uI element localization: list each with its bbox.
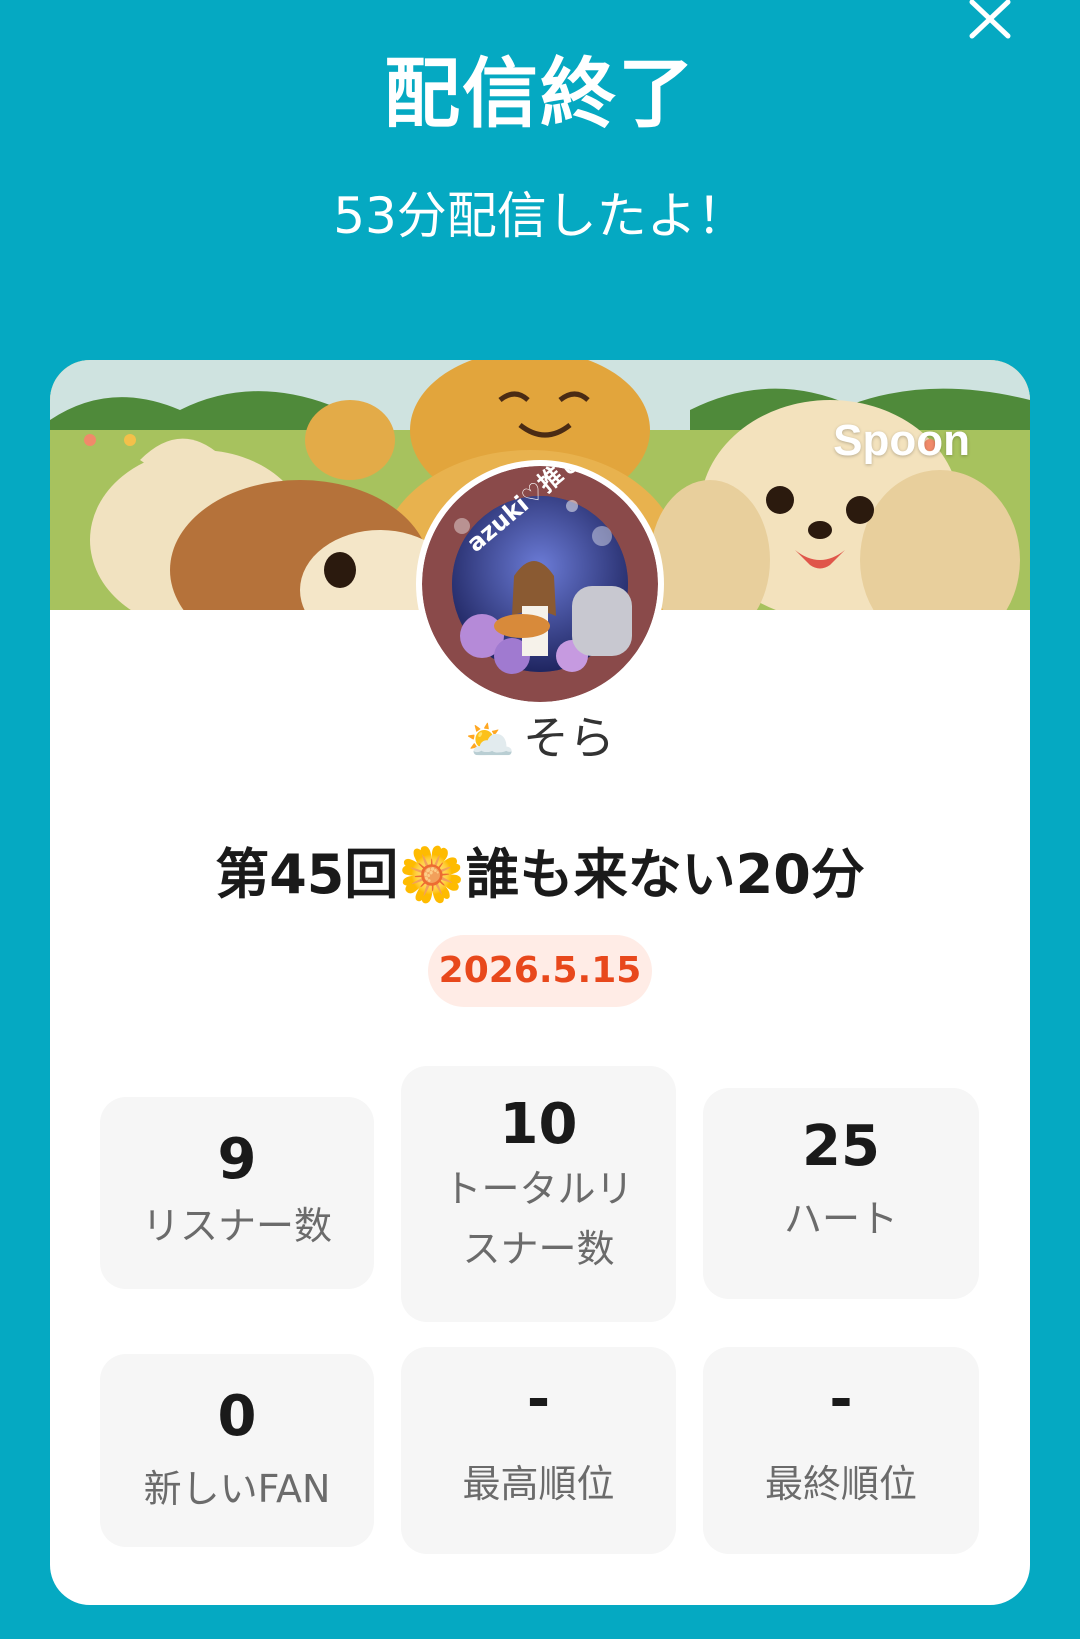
username: ⛅ そら — [50, 702, 1030, 768]
stat-listeners: 9 リスナー数 — [100, 1097, 374, 1289]
stat-value: 0 — [217, 1384, 257, 1449]
stat-value: - — [829, 1367, 853, 1432]
stat-final-rank: - 最終順位 — [703, 1347, 979, 1554]
broadcast-summary-card: Spoon azuki♡推し ⛅ そら 第45回🌼誰も来ない20分 2026.5… — [50, 360, 1030, 1605]
weather-icon: ⛅ — [465, 718, 515, 764]
avatar[interactable]: azuki♡推し — [416, 460, 664, 708]
date-badge: 2026.5.15 — [428, 935, 652, 1007]
stat-label: ハート — [783, 1197, 898, 1241]
stat-label: 最高順位 — [462, 1462, 615, 1506]
username-text: そら — [522, 711, 615, 765]
stat-new-fans: 0 新しいFAN — [100, 1354, 374, 1547]
stat-best-rank: - 最高順位 — [401, 1347, 676, 1554]
spoon-logo: Spoon — [833, 416, 970, 465]
stat-label: 最終順位 — [764, 1462, 917, 1506]
page-title: 配信終了 — [384, 49, 696, 138]
stat-value: 25 — [802, 1114, 880, 1179]
stream-title: 第45回🌼誰も来ない20分 — [215, 843, 865, 906]
broadcast-duration-text: 53分配信したよ！ — [333, 187, 747, 245]
stat-value: 10 — [499, 1092, 578, 1157]
avatar-image: azuki♡推し — [422, 466, 658, 702]
stat-total-listeners: 10 トータルリスナー数 — [401, 1066, 676, 1322]
stat-label: 新しいFAN — [143, 1467, 331, 1511]
stat-label: リスナー数 — [141, 1204, 332, 1248]
stat-value: - — [526, 1367, 551, 1432]
stat-label: トータルリスナー数 — [443, 1167, 634, 1271]
stat-hearts: 25 ハート — [703, 1088, 979, 1299]
stat-value: 9 — [217, 1127, 257, 1192]
